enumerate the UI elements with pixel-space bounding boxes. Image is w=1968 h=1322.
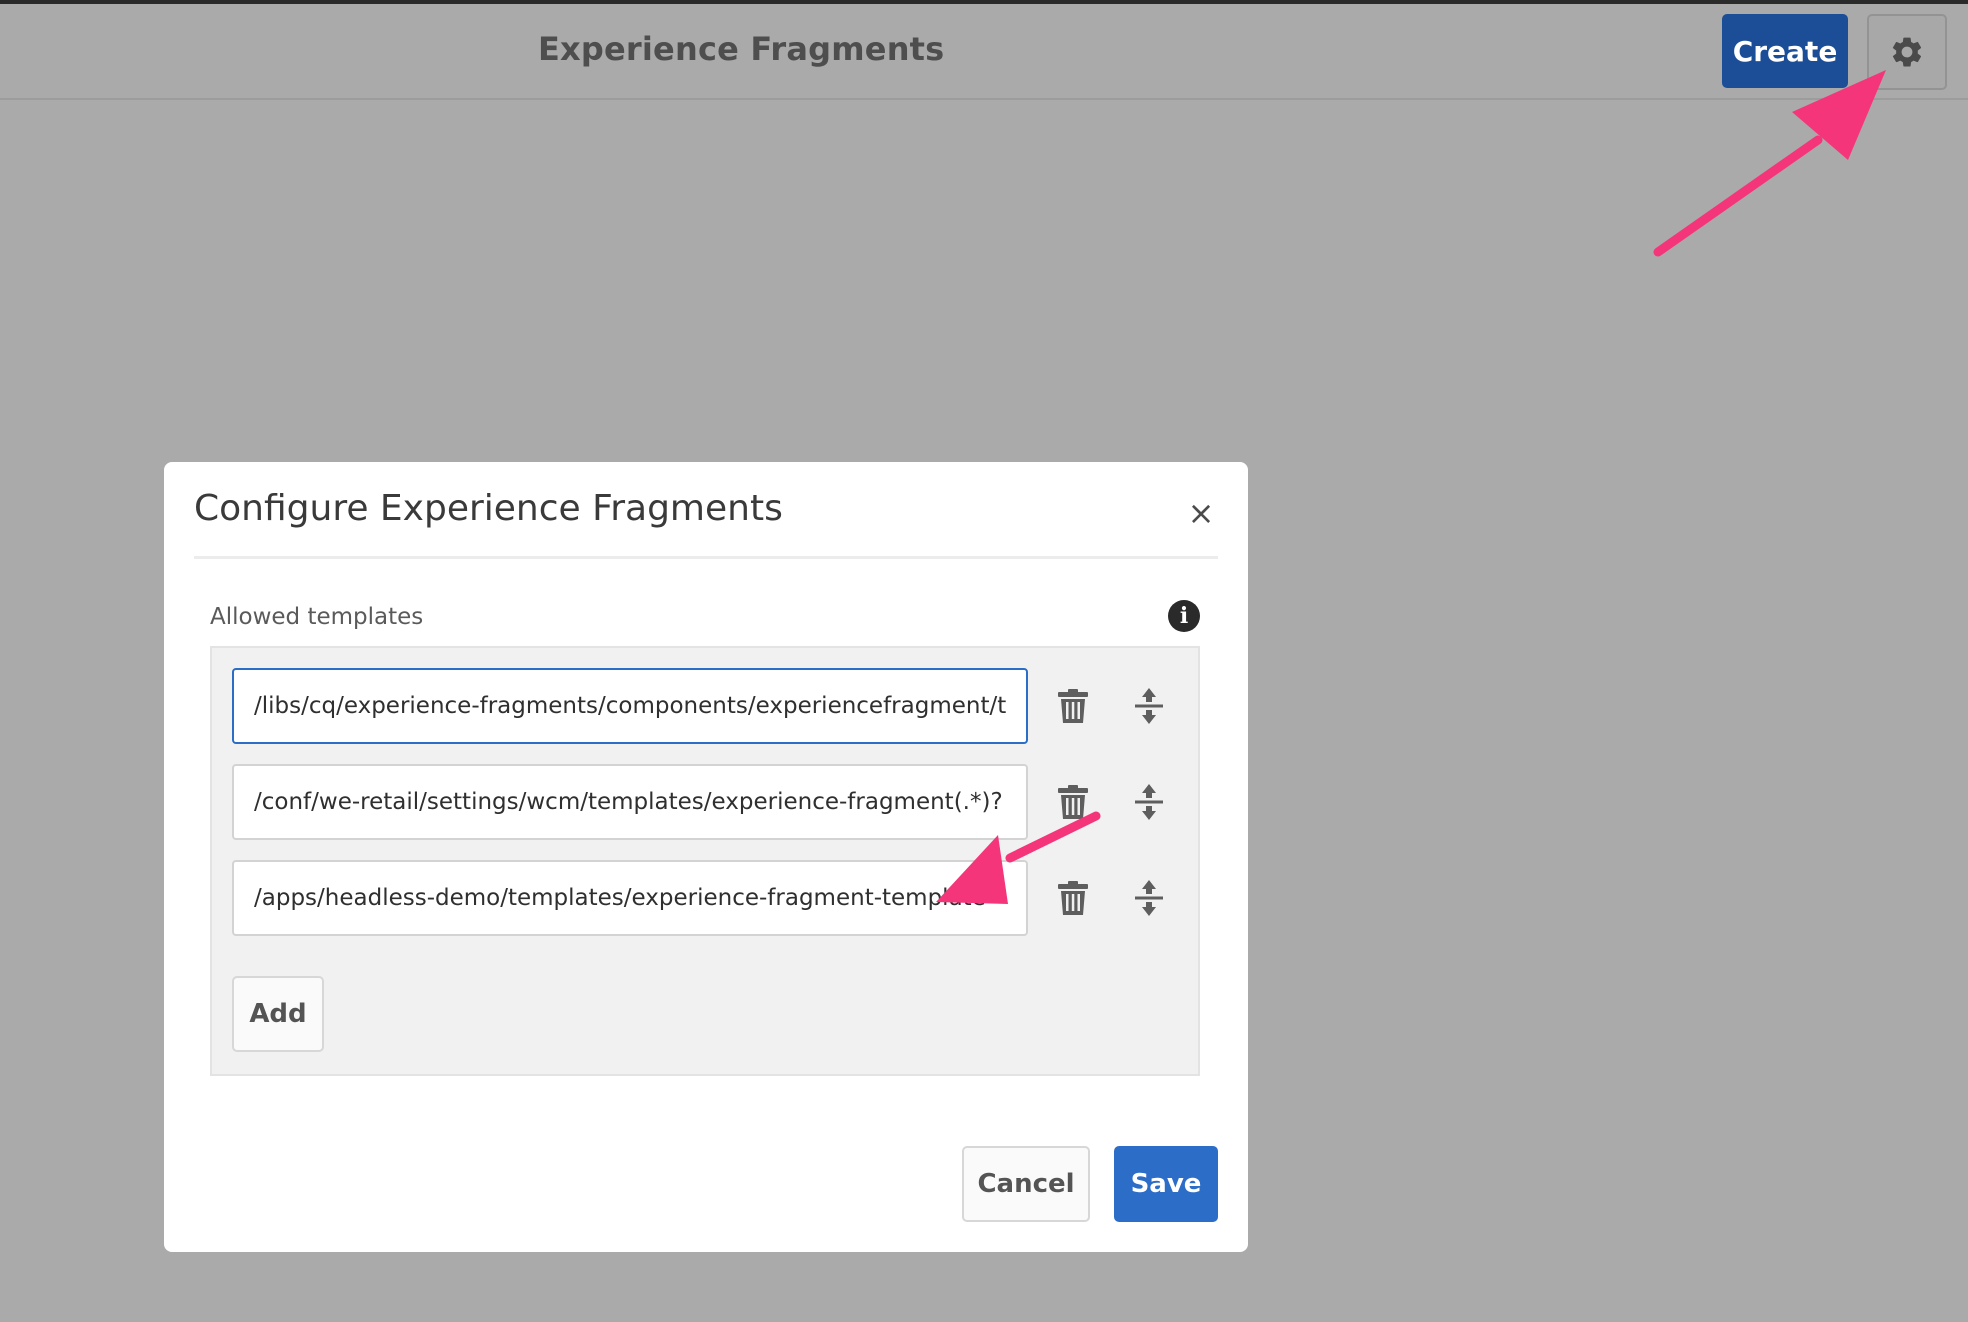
top-header-bar: Experience Fragments Create [0,4,1968,100]
reorder-handle-3[interactable] [1124,873,1174,923]
delete-button-2[interactable] [1048,777,1098,827]
drag-handle-icon [1135,688,1163,724]
allowed-templates-label: Allowed templates [210,604,424,630]
configure-dialog: Configure Experience Fragments × Allowed… [164,462,1248,1252]
close-button[interactable]: × [1184,496,1218,530]
template-input-3[interactable] [232,860,1028,936]
info-icon[interactable]: i [1168,600,1200,632]
drag-handle-icon [1135,784,1163,820]
reorder-handle-2[interactable] [1124,777,1174,827]
template-input-1[interactable] [232,668,1028,744]
trash-icon [1058,881,1088,915]
trash-icon [1058,785,1088,819]
drag-handle-icon [1135,880,1163,916]
close-icon: × [1187,494,1215,532]
dialog-title: Configure Experience Fragments [194,488,783,529]
reorder-handle-1[interactable] [1124,681,1174,731]
trash-icon [1058,689,1088,723]
add-template-button[interactable]: Add [232,976,324,1052]
cancel-button[interactable]: Cancel [962,1146,1090,1222]
delete-button-3[interactable] [1048,873,1098,923]
settings-button[interactable] [1867,14,1947,90]
page-title: Experience Fragments [538,30,945,68]
delete-button-1[interactable] [1048,681,1098,731]
gear-icon [1892,37,1922,67]
create-button[interactable]: Create [1722,14,1848,88]
save-button[interactable]: Save [1114,1146,1218,1222]
allowed-templates-multifield: Add [210,646,1200,1076]
template-input-2[interactable] [232,764,1028,840]
dialog-divider [194,556,1218,559]
